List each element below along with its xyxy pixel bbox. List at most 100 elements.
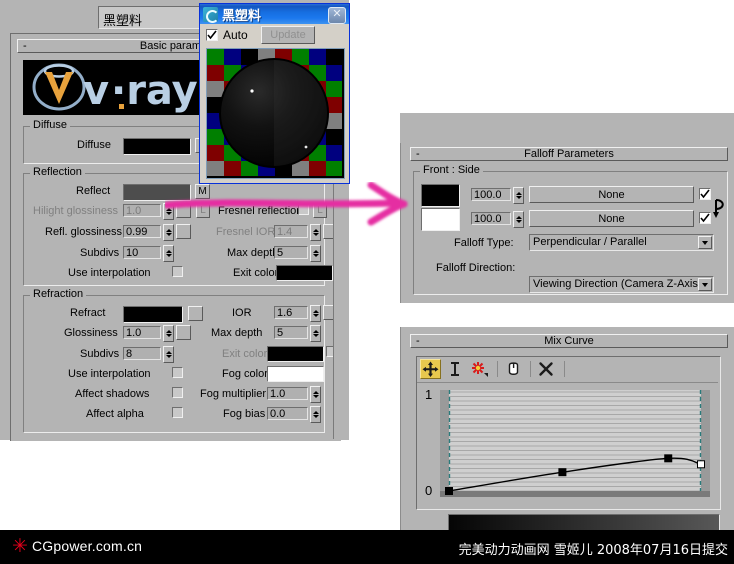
side-map-slot-button[interactable]: None bbox=[529, 210, 694, 227]
refract-subdivs-spinner[interactable] bbox=[163, 346, 174, 363]
fog-bias-label: Fog bias bbox=[223, 408, 266, 420]
rollout-collapse-icon[interactable]: - bbox=[23, 40, 27, 53]
move-point-icon[interactable] bbox=[420, 359, 441, 379]
hilight-glossiness-lock-button[interactable]: L bbox=[196, 203, 210, 218]
fresnel-ior-spinner[interactable] bbox=[310, 224, 321, 241]
reflect-subdivs-input[interactable]: 10 bbox=[123, 246, 161, 259]
refract-subdivs-input[interactable]: 8 bbox=[123, 347, 161, 360]
affect-shadows-label: Affect shadows bbox=[75, 388, 150, 400]
affect-shadows-checkbox[interactable] bbox=[172, 387, 183, 398]
front-side-caption: Front : Side bbox=[420, 165, 483, 176]
side-amount-value: 100.0 bbox=[474, 213, 502, 225]
refl-glossiness-input[interactable]: 0.99 bbox=[123, 225, 161, 238]
reflect-subdivs-spinner[interactable] bbox=[163, 245, 174, 262]
material-preview-window: 黑塑料 ✕ Auto Update bbox=[199, 3, 350, 184]
front-amount-spinner[interactable] bbox=[513, 187, 524, 204]
front-amount-input[interactable]: 100.0 bbox=[471, 188, 511, 201]
hilight-glossiness-map-button[interactable] bbox=[176, 203, 191, 218]
refract-glossiness-input[interactable]: 1.0 bbox=[123, 326, 161, 339]
fog-bias-input[interactable]: 0.0 bbox=[267, 407, 308, 420]
hilight-glossiness-value: 1.0 bbox=[126, 205, 142, 217]
fog-bias-spinner[interactable] bbox=[310, 406, 321, 423]
reflect-exit-color-swatch[interactable] bbox=[276, 265, 333, 281]
rollout-title: Basic parame bbox=[139, 40, 208, 52]
refract-max-depth-spinner[interactable] bbox=[310, 325, 321, 342]
draw-curve-icon[interactable] bbox=[505, 360, 523, 378]
refract-glossiness-map-button[interactable] bbox=[176, 325, 191, 340]
preview-window-titlebar[interactable]: 黑塑料 ✕ bbox=[200, 4, 349, 24]
falloff-direction-combo[interactable]: Viewing Direction (Camera Z-Axis) bbox=[529, 276, 714, 293]
side-amount-spinner[interactable] bbox=[513, 211, 524, 228]
rollout-collapse-icon[interactable]: - bbox=[416, 335, 420, 348]
refract-max-depth-label: Max depth bbox=[211, 327, 263, 339]
reflect-map-button[interactable]: M bbox=[195, 184, 210, 199]
affect-alpha-checkbox[interactable] bbox=[172, 407, 183, 418]
reflection-group: Reflection Reflect M Hilight glossiness … bbox=[23, 167, 338, 286]
fog-multiplier-value: 1.0 bbox=[270, 388, 286, 400]
front-map-slot-button[interactable]: None bbox=[529, 186, 694, 203]
front-side-group: Front : Side 100.0 None 100.0 None Fallo… bbox=[413, 165, 728, 295]
auto-checkbox[interactable] bbox=[206, 29, 218, 41]
add-point-icon[interactable] bbox=[469, 359, 491, 379]
refract-map-button[interactable] bbox=[188, 306, 203, 321]
fresnel-reflections-label: Fresnel reflections bbox=[218, 205, 308, 217]
mix-curve-rollout-header[interactable]: - Mix Curve bbox=[410, 334, 728, 348]
front-amount-value: 100.0 bbox=[474, 189, 502, 201]
hilight-glossiness-input[interactable]: 1.0 bbox=[123, 204, 161, 217]
falloff-rollout-header[interactable]: - Falloff Parameters bbox=[410, 147, 728, 161]
toolbar-divider bbox=[497, 361, 498, 377]
side-enable-checkbox[interactable] bbox=[699, 212, 711, 224]
reflect-exit-color-label: Exit color bbox=[233, 267, 279, 279]
refraction-group-caption: Refraction bbox=[30, 289, 87, 300]
fresnel-ior-value: 1.4 bbox=[277, 226, 293, 238]
scale-point-icon[interactable] bbox=[445, 359, 465, 379]
curve-graph[interactable]: 1 0 bbox=[421, 387, 714, 502]
fog-multiplier-spinner[interactable] bbox=[310, 386, 321, 403]
falloff-type-label: Falloff Type: bbox=[454, 237, 514, 249]
fresnel-reflections-checkbox[interactable] bbox=[298, 204, 309, 215]
hilight-glossiness-spinner[interactable] bbox=[163, 203, 174, 220]
ior-spinner[interactable] bbox=[310, 305, 321, 322]
delete-point-icon[interactable] bbox=[537, 360, 555, 378]
chevron-down-icon[interactable] bbox=[698, 278, 712, 291]
fog-multiplier-input[interactable]: 1.0 bbox=[267, 387, 308, 400]
refract-exit-color-swatch[interactable] bbox=[267, 346, 324, 362]
diffuse-color-swatch[interactable] bbox=[123, 138, 191, 155]
reflect-max-depth-value: 5 bbox=[277, 247, 284, 259]
refract-max-depth-value: 5 bbox=[277, 327, 284, 339]
material-sphere-icon bbox=[203, 6, 219, 23]
curve-editor-container: 1 0 bbox=[416, 356, 721, 510]
rollout-collapse-icon[interactable]: - bbox=[416, 148, 420, 161]
curve-plot[interactable] bbox=[440, 390, 710, 497]
front-color-swatch[interactable] bbox=[421, 184, 460, 207]
diffuse-label: Diffuse bbox=[77, 139, 112, 151]
toolbar-divider bbox=[530, 361, 531, 377]
reflect-max-depth-spinner[interactable] bbox=[310, 245, 321, 262]
reflect-use-interpolation-checkbox[interactable] bbox=[172, 266, 183, 277]
update-button[interactable]: Update bbox=[261, 26, 315, 44]
curve-toolbar bbox=[417, 357, 718, 383]
chevron-down-icon[interactable] bbox=[698, 236, 712, 249]
fog-color-swatch[interactable] bbox=[267, 366, 324, 382]
reflect-max-depth-input[interactable]: 5 bbox=[274, 246, 308, 259]
material-preview-image[interactable] bbox=[206, 48, 345, 179]
refract-glossiness-spinner[interactable] bbox=[163, 325, 174, 342]
fresnel-ior-input[interactable]: 1.4 bbox=[274, 225, 308, 238]
refl-glossiness-label: Refl. glossiness bbox=[45, 226, 123, 238]
ior-input[interactable]: 1.6 bbox=[274, 306, 308, 319]
refract-use-interpolation-checkbox[interactable] bbox=[172, 367, 183, 378]
front-enable-checkbox[interactable] bbox=[699, 188, 711, 200]
falloff-type-combo[interactable]: Perpendicular / Parallel bbox=[529, 234, 714, 251]
refl-glossiness-spinner[interactable] bbox=[163, 224, 174, 241]
reflect-label: Reflect bbox=[76, 185, 111, 197]
side-color-swatch[interactable] bbox=[421, 208, 460, 231]
fresnel-lock-button[interactable]: L bbox=[313, 203, 327, 218]
refract-max-depth-input[interactable]: 5 bbox=[274, 326, 308, 339]
refl-glossiness-map-button[interactable] bbox=[176, 224, 191, 239]
falloff-type-value: Perpendicular / Parallel bbox=[533, 236, 647, 248]
side-amount-input[interactable]: 100.0 bbox=[471, 212, 511, 225]
reflect-color-swatch[interactable] bbox=[123, 184, 191, 201]
swap-arrows-icon[interactable] bbox=[712, 196, 728, 220]
close-icon[interactable]: ✕ bbox=[328, 7, 346, 24]
refract-color-swatch[interactable] bbox=[123, 306, 183, 323]
